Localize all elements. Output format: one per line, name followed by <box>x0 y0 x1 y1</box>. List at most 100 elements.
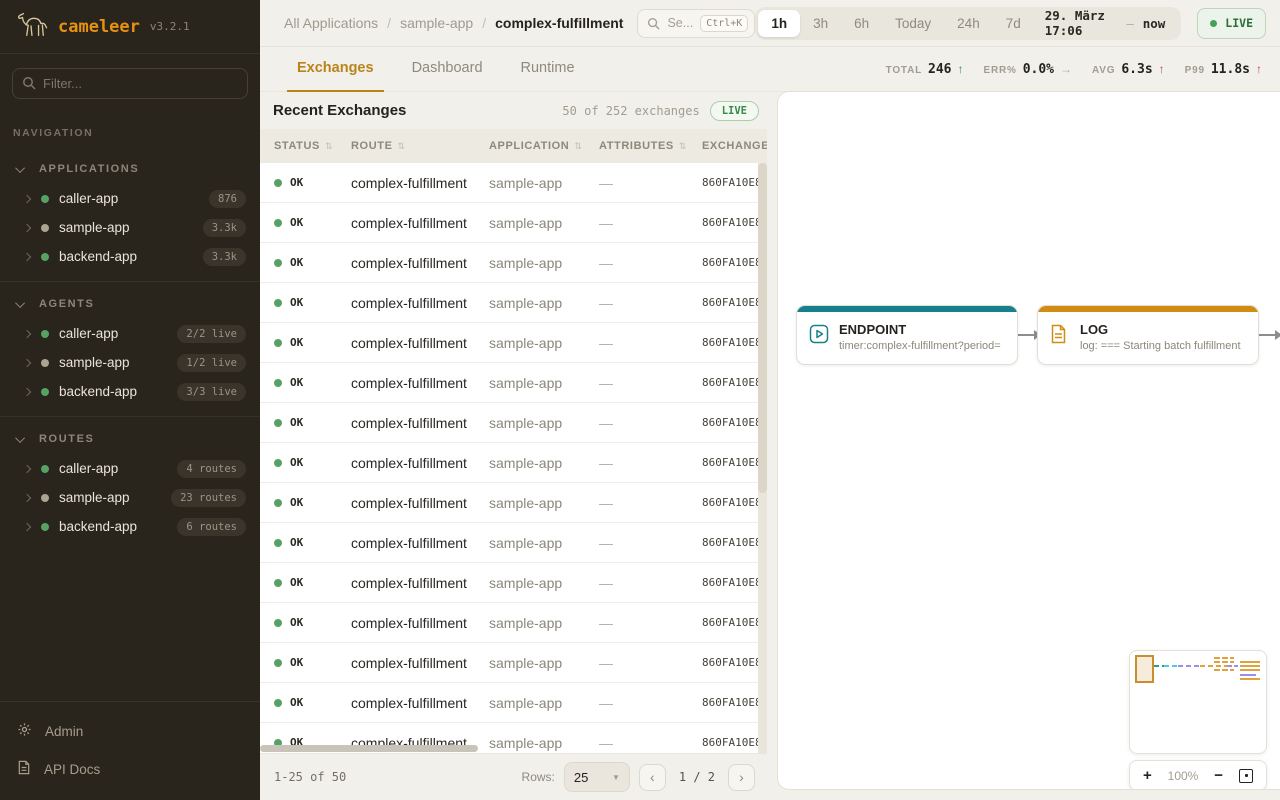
time-range-6h[interactable]: 6h <box>841 10 882 37</box>
zoom-in-button[interactable]: + <box>1143 767 1152 784</box>
panel-title: Recent Exchanges <box>273 102 406 119</box>
page-indicator: 1 / 2 <box>679 770 715 784</box>
breadcrumb-item[interactable]: All Applications <box>284 15 378 31</box>
tab-runtime[interactable]: Runtime <box>508 47 588 91</box>
column-header-application[interactable]: APPLICATION⇅ <box>475 140 585 152</box>
status-ok-dot-icon <box>274 299 282 307</box>
trend-arrow-icon: ↑ <box>957 62 963 76</box>
table-row[interactable]: OKcomplex-fulfillmentsample-app—860FA10E… <box>260 363 767 403</box>
route-diagram-canvas[interactable]: + 100% − ENDPOINTtimer:complex-fulfillme… <box>777 91 1280 790</box>
column-header-attributes[interactable]: ATTRIBUTES⇅ <box>585 140 688 152</box>
table-row[interactable]: OKcomplex-fulfillmentsample-app—860FA10E… <box>260 283 767 323</box>
status-cell: OK <box>260 616 337 629</box>
attributes-cell: — <box>585 215 688 231</box>
stat-value: 0.0% <box>1023 62 1054 77</box>
sidebar-item-backend-app[interactable]: backend-app 6 routes <box>0 512 260 541</box>
item-name: backend-app <box>59 519 137 534</box>
time-range-7d[interactable]: 7d <box>993 10 1034 37</box>
attributes-cell: — <box>585 535 688 551</box>
route-cell: complex-fulfillment <box>337 535 475 551</box>
table-row[interactable]: OKcomplex-fulfillmentsample-app—860FA10E… <box>260 483 767 523</box>
sidebar-item-caller-app[interactable]: caller-app4 routes <box>0 454 260 483</box>
diagram-node-log[interactable]: LOGlog: === Starting batch fulfillment c… <box>1037 305 1259 365</box>
column-header-route[interactable]: ROUTE⇅ <box>337 140 475 152</box>
global-search-button[interactable]: Se... Ctrl+K <box>637 9 755 38</box>
exchange-count-summary: 50 of 252 exchanges <box>562 104 699 118</box>
count-badge: 6 routes <box>177 518 246 536</box>
exchange-id-cell: 860FA10E8D <box>688 456 767 469</box>
status-text: OK <box>290 176 303 189</box>
chevron-down-icon <box>15 163 25 173</box>
live-toggle[interactable]: LIVE <box>1197 8 1266 39</box>
status-text: OK <box>290 616 303 629</box>
sidebar-item-sample-app[interactable]: sample-app1/2 live <box>0 348 260 377</box>
footer-item-admin[interactable]: Admin <box>0 712 260 750</box>
footer-item-api-docs[interactable]: API Docs <box>0 750 260 788</box>
breadcrumb-item[interactable]: sample-app <box>400 15 473 31</box>
zoom-out-button[interactable]: − <box>1214 767 1223 784</box>
table-row[interactable]: OKcomplex-fulfillmentsample-app—860FA10E… <box>260 243 767 283</box>
exchange-id-cell: 860FA10E8D <box>688 576 767 589</box>
table-row[interactable]: OKcomplex-fulfillmentsample-app—860FA10E… <box>260 203 767 243</box>
rows-per-page-label: Rows: <box>522 770 555 784</box>
time-range-1h[interactable]: 1h <box>758 10 800 37</box>
sidebar-item-backend-app[interactable]: backend-app3.3k <box>0 242 260 271</box>
table-row[interactable]: OKcomplex-fulfillmentsample-app—860FA10E… <box>260 443 767 483</box>
section-header-routes[interactable]: ROUTES <box>0 423 260 454</box>
tab-exchanges[interactable]: Exchanges <box>284 47 387 91</box>
range-to: now <box>1143 16 1166 31</box>
table-body: OKcomplex-fulfillmentsample-app—860FA10E… <box>260 163 767 753</box>
prev-page-button[interactable]: ‹ <box>639 764 666 791</box>
pagination-controls: Rows: 25 ▼ ‹ 1 / 2 › <box>522 762 755 792</box>
time-range-display[interactable]: 29. März 17:06 — now <box>1034 8 1179 38</box>
table-row[interactable]: OKcomplex-fulfillmentsample-app—860FA10E… <box>260 163 767 203</box>
column-label: APPLICATION <box>489 140 569 152</box>
status-ok-dot-icon <box>274 259 282 267</box>
section-label: APPLICATIONS <box>39 163 139 175</box>
node-title: ENDPOINT <box>839 322 1001 337</box>
attributes-cell: — <box>585 335 688 351</box>
item-name: sample-app <box>59 490 130 505</box>
table-row[interactable]: OKcomplex-fulfillmentsample-app—860FA10E… <box>260 603 767 643</box>
status-dot-icon <box>41 224 49 232</box>
table-row[interactable]: OKcomplex-fulfillmentsample-app—860FA10E… <box>260 523 767 563</box>
rows-per-page-select[interactable]: 25 ▼ <box>564 762 630 792</box>
application-cell: sample-app <box>475 695 585 711</box>
horizontal-scrollbar[interactable] <box>260 745 478 752</box>
fit-view-icon[interactable] <box>1239 769 1253 783</box>
stat-label: ERR% <box>983 65 1016 76</box>
breadcrumb-separator: / <box>482 15 486 31</box>
vertical-scrollbar[interactable] <box>758 163 767 493</box>
time-range-today[interactable]: Today <box>882 10 944 37</box>
table-row[interactable]: OKcomplex-fulfillmentsample-app—860FA10E… <box>260 403 767 443</box>
sidebar-item-sample-app[interactable]: sample-app23 routes <box>0 483 260 512</box>
next-page-button[interactable]: › <box>728 764 755 791</box>
chevron-right-icon <box>23 522 31 530</box>
table-row[interactable]: OKcomplex-fulfillmentsample-app—860FA10E… <box>260 643 767 683</box>
table-row[interactable]: OKcomplex-fulfillmentsample-app—860FA10E… <box>260 563 767 603</box>
column-header-exchange[interactable]: EXCHANGE⇅ <box>688 140 767 152</box>
breadcrumb-item[interactable]: complex-fulfillment <box>495 15 623 31</box>
sidebar-item-backend-app[interactable]: backend-app3/3 live <box>0 377 260 406</box>
sidebar-item-caller-app[interactable]: caller-app2/2 live <box>0 319 260 348</box>
sidebar-item-sample-app[interactable]: sample-app3.3k <box>0 213 260 242</box>
brand-name: cameleer <box>58 17 140 37</box>
time-range-24h[interactable]: 24h <box>944 10 993 37</box>
diagram-node-endpoint[interactable]: ENDPOINTtimer:complex-fulfillment?period… <box>796 305 1018 365</box>
tab-dashboard[interactable]: Dashboard <box>399 47 496 91</box>
brand-version: v3.2.1 <box>150 20 190 33</box>
minimap[interactable] <box>1129 650 1267 754</box>
section-header-agents[interactable]: AGENTS <box>0 288 260 319</box>
sidebar-item-caller-app[interactable]: caller-app876 <box>0 184 260 213</box>
section-label: ROUTES <box>39 433 94 445</box>
breadcrumb-separator: / <box>387 15 391 31</box>
section-header-applications[interactable]: APPLICATIONS <box>0 153 260 184</box>
table-row[interactable]: OKcomplex-fulfillmentsample-app—860FA10E… <box>260 683 767 723</box>
table-row[interactable]: OKcomplex-fulfillmentsample-app—860FA10E… <box>260 323 767 363</box>
column-header-status[interactable]: STATUS⇅ <box>260 140 337 152</box>
exchange-id-cell: 860FA10E8D <box>688 536 767 549</box>
filter-input[interactable] <box>12 68 248 99</box>
time-range-3h[interactable]: 3h <box>800 10 841 37</box>
route-cell: complex-fulfillment <box>337 655 475 671</box>
exchange-id-cell: 860FA10E8D <box>688 656 767 669</box>
